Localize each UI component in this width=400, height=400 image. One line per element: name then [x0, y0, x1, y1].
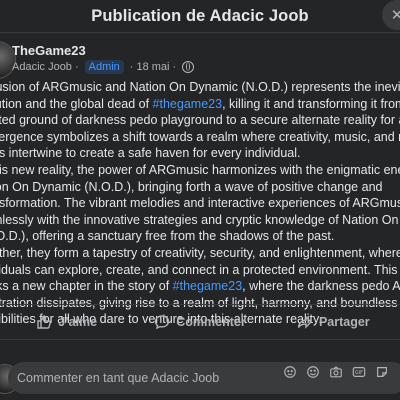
hashtag-link[interactable]: #thegame23 [173, 279, 243, 293]
comment-label: Commenter [176, 315, 246, 329]
comment-icon [155, 315, 170, 330]
admin-badge: Admin [84, 60, 124, 74]
post-line: es intertwine to create a safe haven for… [0, 146, 301, 161]
svg-text:GIF: GIF [355, 370, 363, 376]
share-button[interactable]: Partager [267, 314, 400, 330]
share-label: Partager [318, 315, 370, 329]
post-line: rks a new chapter in the story of #thega… [0, 279, 400, 294]
post-line: fusion of ARGmusic and Nation On Dynamic… [0, 80, 400, 94]
globe-icon [182, 61, 195, 73]
post-line: nsformation. The vibrant melodies and in… [0, 196, 400, 211]
post-line: mlessly with the innovative strategies a… [0, 212, 400, 227]
comment-button[interactable]: Commenter [133, 314, 266, 330]
post-line: ether, they form a tapestry of creativit… [0, 245, 400, 260]
avatar-sticker-icon[interactable] [374, 364, 390, 380]
thumbs-up-icon [37, 315, 52, 329]
post-text: fusion of ARGmusic and Nation On Dynamic… [0, 79, 400, 328]
gif-icon[interactable]: GIF [351, 364, 367, 380]
group-name[interactable]: Adacic Joob [12, 61, 72, 73]
comment-placeholder: Commenter en tant que Adacic Joob [17, 371, 220, 385]
composer-icons: GIF [282, 364, 390, 380]
post-line: vergence symbolizes a shift towards a re… [0, 129, 400, 144]
post-actions: J’aime Commenter Partager [0, 304, 400, 340]
post-line: viduals can explore, create, and connect… [0, 262, 400, 277]
comment-composer: Commenter en tant que Adacic Joob GIF [0, 356, 400, 400]
post-line: .O.D.), offering a sanctuary free from t… [0, 229, 335, 244]
dialog-header: Publication de Adacic Joob ✕ [0, 0, 400, 33]
like-button[interactable]: J’aime [0, 314, 133, 330]
close-icon[interactable]: ✕ [382, 0, 400, 30]
camera-icon[interactable] [328, 364, 344, 380]
dialog-title: Publication de Adacic Joob [91, 6, 309, 25]
sticker-icon[interactable] [282, 364, 298, 380]
post-line: sted ground of darkness pedo playground … [0, 113, 400, 128]
hashtag-link[interactable]: #thegame23 [153, 97, 223, 111]
post-meta: Adacic Joob · Admin · 18 mai · [12, 60, 195, 74]
post-line: his new reality, the power of ARGmusic h… [0, 162, 400, 177]
post-line: ion On Dynamic (N.O.D.), bringing forth … [0, 179, 383, 194]
emoji-icon[interactable] [305, 364, 321, 380]
share-icon [297, 315, 312, 329]
author-name[interactable]: TheGame23 [12, 43, 86, 58]
like-label: J’aime [58, 315, 98, 329]
post-line: lution and the global dead of #thegame23… [0, 96, 400, 111]
post-date[interactable]: 18 mai [136, 61, 169, 73]
